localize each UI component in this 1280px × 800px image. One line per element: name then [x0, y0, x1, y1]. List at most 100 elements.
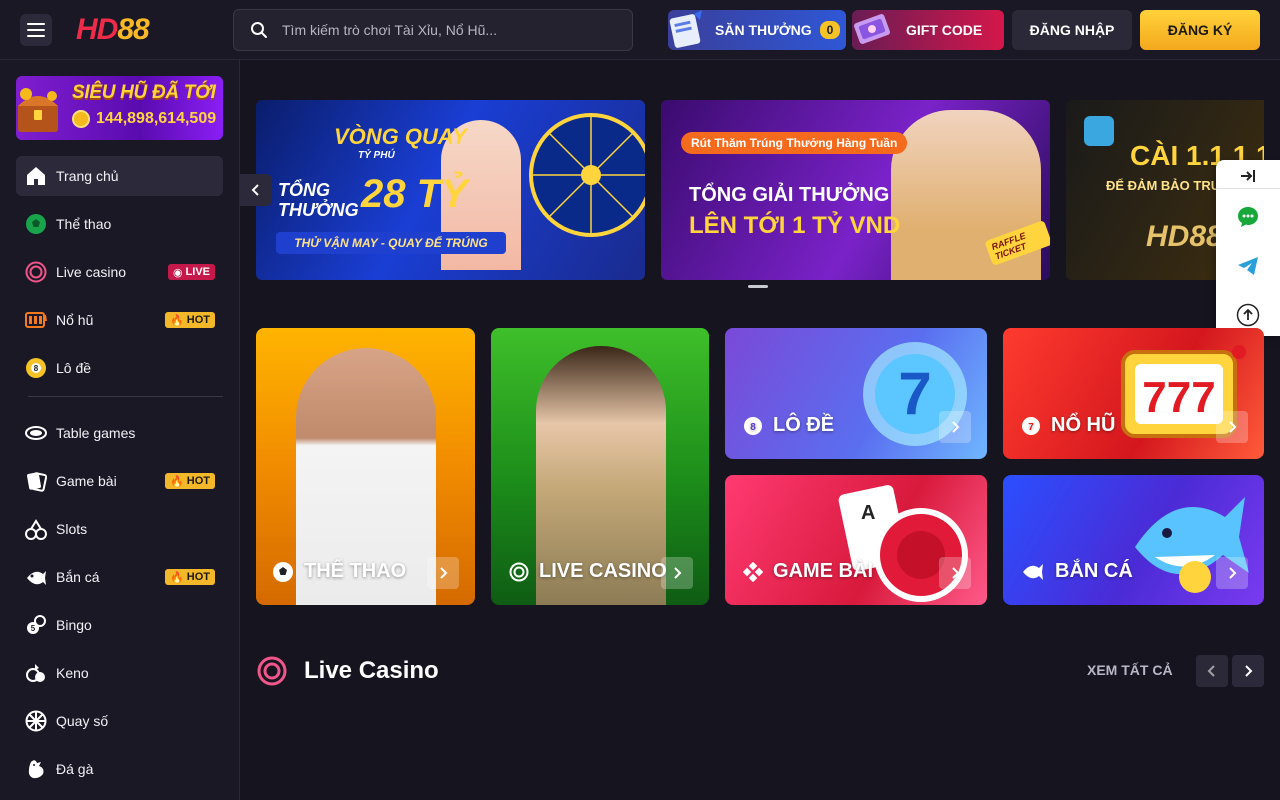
live-casino-section-header: Live Casino XEM TẤT CẢ: [256, 654, 1264, 688]
sidebar-item-sports[interactable]: Thể thao: [16, 204, 223, 244]
category-label: GAME BÀI: [743, 560, 873, 583]
carousel-prev-button[interactable]: [240, 174, 272, 206]
svg-text:7: 7: [1028, 422, 1034, 433]
search-box[interactable]: [233, 9, 633, 51]
chevron-right-icon: [674, 567, 682, 579]
category-fishing[interactable]: BẮN CÁ: [1003, 475, 1264, 605]
jackpot-amount: 144,898,614,509: [96, 110, 217, 127]
jackpot-coin-icon: 7: [1022, 416, 1040, 435]
table-games-icon: [24, 421, 48, 445]
chevron-right-icon: [1229, 421, 1237, 433]
category-title: THỂ THAO: [304, 560, 407, 582]
bonus-hunt-button[interactable]: SĂN THƯỞNG 0: [668, 10, 846, 50]
category-arrow-button[interactable]: [1216, 557, 1248, 589]
sidebar-item-label: Slots: [56, 521, 88, 537]
sidebar-item-label: Bắn cá: [56, 569, 100, 585]
category-arrow-button[interactable]: [939, 557, 971, 589]
hot-badge: 🔥 HOT: [165, 312, 215, 328]
sidebar-item-keno[interactable]: Keno: [16, 653, 223, 693]
svg-text:8: 8: [750, 422, 756, 433]
svg-text:777: 777: [1142, 373, 1215, 422]
sidebar-item-live-casino[interactable]: Live casino ◉ LIVE: [16, 252, 223, 292]
carousel-dot-active[interactable]: [748, 285, 768, 288]
search-input[interactable]: [282, 22, 602, 38]
sidebar-item-slots[interactable]: Slots: [16, 509, 223, 549]
gift-code-button[interactable]: GIFT CODE: [852, 10, 1004, 50]
carousel-dots: [748, 285, 768, 288]
collapse-icon[interactable]: [1236, 166, 1260, 186]
category-lottery[interactable]: 7 8 LÔ ĐỀ: [725, 328, 987, 459]
sidebar-item-home[interactable]: Trang chủ: [16, 156, 223, 196]
category-live-casino[interactable]: LIVE CASINO: [491, 328, 709, 605]
wheel-icon: [24, 709, 48, 733]
badge-text: HOT: [186, 475, 210, 487]
hd88-logo[interactable]: HD 88: [76, 12, 150, 48]
sidebar-item-lucky-draw[interactable]: Quay số: [16, 701, 223, 741]
register-button[interactable]: ĐĂNG KÝ: [1140, 10, 1260, 50]
category-arrow-button[interactable]: [1216, 411, 1248, 443]
hamburger-menu-icon[interactable]: [20, 14, 52, 46]
chevron-left-icon: [1207, 665, 1215, 677]
sidebar-item-card-games[interactable]: Game bài 🔥 HOT: [16, 461, 223, 501]
jackpot-title: SIÊU HŨ ĐÃ TỚI: [72, 82, 216, 103]
sidebar-item-bingo[interactable]: 5 Bingo: [16, 605, 223, 645]
category-jackpot[interactable]: 777 7 NỔ HŨ: [1003, 328, 1264, 459]
sidebar-nav: Trang chủ Thể thao Live casino ◉ LIVE Nổ …: [16, 156, 223, 797]
category-arrow-button[interactable]: [939, 411, 971, 443]
category-label: THỂ THAO: [272, 560, 406, 583]
slots-icon: [24, 517, 48, 541]
chevron-right-icon: [1229, 567, 1237, 579]
section-prev-button[interactable]: [1196, 655, 1228, 687]
sidebar-item-label: Trang chủ: [56, 168, 119, 184]
scroll-top-icon[interactable]: [1236, 303, 1260, 327]
hot-badge: 🔥 HOT: [165, 473, 215, 489]
login-button[interactable]: ĐĂNG NHẬP: [1012, 10, 1132, 50]
slot-machine-icon: [24, 308, 48, 332]
category-card-games[interactable]: A GAME BÀI: [725, 475, 987, 605]
sidebar-item-table-games[interactable]: Table games: [16, 413, 223, 453]
sidebar-item-label: Thể thao: [56, 216, 112, 232]
sidebar-item-lottery[interactable]: 8 Lô đề: [16, 348, 223, 388]
sidebar-item-fishing[interactable]: Bắn cá 🔥 HOT: [16, 557, 223, 597]
category-arrow-button[interactable]: [427, 557, 459, 589]
sidebar-item-label: Đá gà: [56, 761, 94, 777]
keno-icon: [24, 661, 48, 685]
banner2-title: TỔNG GIẢI THƯỞNG: [689, 184, 890, 206]
sidebar-item-label: Game bài: [56, 473, 117, 489]
jackpot-banner[interactable]: SIÊU HŨ ĐÃ TỚI 144,898,614,509: [16, 76, 223, 140]
fire-icon: 🔥: [170, 475, 184, 488]
promo-banner-wheel[interactable]: VÒNG QUAY TỶ PHÚ TỔNG THƯỞNG 28 TỶ THỬ V…: [256, 100, 645, 280]
promo-carousel: VÒNG QUAY TỶ PHÚ TỔNG THƯỞNG 28 TỶ THỬ V…: [256, 100, 1264, 280]
svg-text:5: 5: [31, 624, 36, 633]
home-icon: [24, 164, 48, 188]
sidebar-item-cockfight[interactable]: Đá gà: [16, 749, 223, 789]
chevron-right-icon: [952, 421, 960, 433]
category-title: NỔ HŨ: [1051, 414, 1116, 436]
live-casino-icon: [24, 260, 48, 284]
category-title: LIVE CASINO: [539, 560, 667, 582]
category-title: GAME BÀI: [773, 560, 873, 582]
lottery-ball-icon: 8: [24, 356, 48, 380]
fire-icon: 🔥: [170, 571, 184, 584]
badge-text: HOT: [186, 314, 210, 326]
sidebar-item-label: Table games: [56, 425, 136, 441]
chat-icon[interactable]: [1236, 205, 1260, 229]
broadcast-icon: ◉: [172, 266, 183, 279]
category-label: 7 NỔ HŨ: [1021, 414, 1115, 437]
category-arrow-button[interactable]: [661, 557, 693, 589]
sidebar-item-jackpot[interactable]: Nổ hũ 🔥 HOT: [16, 300, 223, 340]
category-title: BẮN CÁ: [1055, 560, 1133, 582]
banner2-amount: LÊN TỚI 1 TỶ VND: [689, 212, 901, 239]
scroll-icon: [669, 10, 702, 48]
sidebar-item-label: Live casino: [56, 264, 127, 280]
telegram-icon[interactable]: [1236, 254, 1260, 278]
cards-icon: [24, 469, 48, 493]
category-sports[interactable]: THỂ THAO: [256, 328, 475, 605]
promo-banner-raffle[interactable]: Rút Thăm Trúng Thưởng Hàng Tuần TỔNG GIẢ…: [661, 100, 1050, 280]
category-label: BẮN CÁ: [1021, 560, 1133, 583]
banner1-title: VÒNG QUAY: [334, 124, 467, 149]
svg-text:7: 7: [898, 360, 931, 427]
section-next-button[interactable]: [1232, 655, 1264, 687]
banner2-pill: Rút Thăm Trúng Thưởng Hàng Tuần: [681, 132, 908, 154]
see-all-link[interactable]: XEM TẤT CẢ: [1087, 662, 1173, 678]
